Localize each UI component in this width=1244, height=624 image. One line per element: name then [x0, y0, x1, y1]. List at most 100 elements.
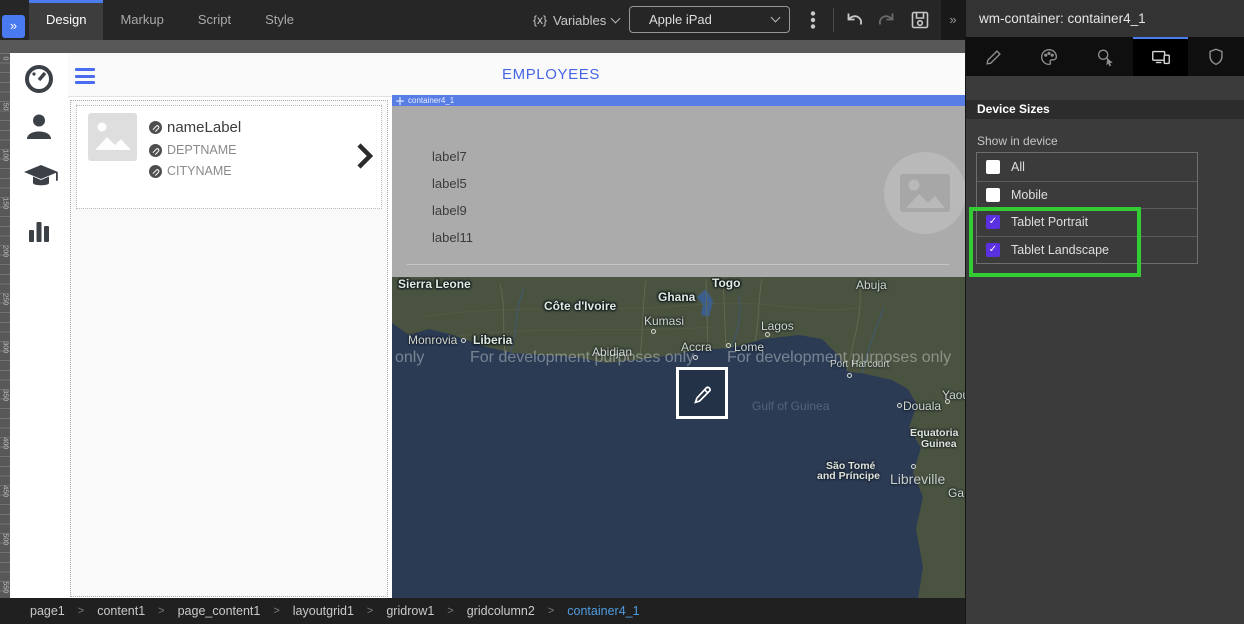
editor-tab-design[interactable]: Design	[29, 0, 103, 40]
breadcrumb-item-page1[interactable]: page1	[30, 604, 65, 618]
map-label: Abuja	[856, 278, 887, 292]
map-watermark: only	[395, 349, 424, 367]
ruler-number: 300	[2, 342, 9, 352]
variables-icon: {x}	[533, 13, 547, 27]
panel-tab-security[interactable]	[1188, 37, 1244, 76]
container-label[interactable]: label5	[432, 176, 467, 191]
show-in-device-label: Show in device	[977, 134, 1058, 148]
container-label[interactable]: label9	[432, 203, 467, 218]
option-label: Tablet Portrait	[1011, 215, 1088, 229]
device-select[interactable]: Apple iPad	[629, 6, 790, 33]
properties-panel: wm-container: container4_1 Device Sizes …	[965, 0, 1244, 624]
map-marker-dot	[726, 343, 731, 348]
bind-icon	[149, 144, 162, 157]
map-label: Liberia	[473, 333, 512, 347]
checkbox-mobile[interactable]	[986, 188, 1000, 202]
redo-button[interactable]	[875, 8, 899, 32]
map-label: Ga	[948, 486, 964, 500]
more-options-kebab-icon[interactable]	[801, 8, 825, 32]
collapse-panel-button[interactable]: »	[941, 0, 965, 40]
map-marker-dot	[765, 332, 770, 337]
breadcrumb-item-content1[interactable]: content1	[97, 604, 145, 618]
container-selection-tag[interactable]: container4_1	[392, 95, 965, 106]
panel-tab-events[interactable]	[1077, 37, 1133, 76]
device-option-mobile[interactable]: Mobile	[977, 181, 1197, 209]
breadcrumb-separator: >	[78, 605, 84, 617]
breadcrumb-item-gridcolumn2[interactable]: gridcolumn2	[467, 604, 535, 618]
option-label: All	[1011, 160, 1025, 174]
ruler-number: 500	[2, 534, 9, 544]
show-in-device-options: All Mobile ✓ Tablet Portrait ✓ Tablet Landsca…	[976, 152, 1198, 264]
editor-tab-script[interactable]: Script	[181, 0, 248, 40]
map-label: Kumasi	[644, 314, 684, 328]
save-button[interactable]	[908, 8, 932, 32]
breadcrumb-item-container4_1[interactable]: container4_1	[567, 604, 639, 618]
device-sizes-section-header: Device Sizes	[966, 100, 1244, 119]
panel-tab-properties[interactable]	[966, 37, 1022, 76]
list-item-fields: nameLabel DEPTNAME CITYNAME	[149, 119, 241, 185]
ruler-number: 250	[2, 294, 9, 304]
user-icon[interactable]	[23, 110, 55, 142]
map-label: Sierra Leone	[398, 277, 471, 291]
page-title: EMPLOYEES	[502, 66, 600, 83]
variables-menu[interactable]: {x} Variables	[533, 0, 619, 40]
container-label[interactable]: label7	[432, 149, 467, 164]
undo-button[interactable]	[842, 8, 866, 32]
hamburger-menu-icon[interactable]	[75, 68, 95, 88]
breadcrumb-item-page_content1[interactable]: page_content1	[178, 604, 261, 618]
editor-tab-markup[interactable]: Markup	[103, 0, 180, 40]
breadcrumb-separator: >	[273, 605, 279, 617]
ruler-number: 200	[2, 246, 9, 256]
bind-icon	[149, 165, 162, 178]
breadcrumb-separator: >	[548, 605, 554, 617]
container-label[interactable]: label11	[432, 230, 473, 245]
breadcrumb-item-layoutgrid1[interactable]: layoutgrid1	[293, 604, 354, 618]
map-label: Monrovia	[408, 333, 457, 347]
app-root: » DesignMarkupScriptStyle {x} Variables …	[0, 0, 1244, 624]
field-label: nameLabel	[167, 119, 241, 136]
device-option-tablet-portrait[interactable]: ✓ Tablet Portrait	[977, 208, 1197, 236]
dashboard-gauge-icon[interactable]	[23, 63, 55, 95]
map-edit-overlay-button[interactable]	[676, 367, 728, 419]
option-label: Tablet Landscape	[1011, 243, 1109, 257]
device-select-value: Apple iPad	[649, 12, 712, 27]
map-marker-dot	[461, 338, 466, 343]
editor-tab-style[interactable]: Style	[248, 0, 311, 40]
map-label: Guinea	[921, 438, 957, 450]
map-label: Côte d'Ivoire	[544, 299, 616, 313]
checkbox-all[interactable]	[986, 160, 1000, 174]
panel-tab-styles[interactable]	[1022, 37, 1078, 76]
list-item-field: CITYNAME	[149, 164, 241, 178]
map-marker-dot	[911, 464, 916, 469]
page-header	[10, 53, 965, 97]
map-label: and Príncipe	[817, 470, 880, 482]
design-canvas: EMPLOYEES nameLabel DEPTNAME CITYNAME	[10, 53, 965, 598]
map-watermark: For development purposes only	[727, 349, 951, 367]
education-cap-icon[interactable]	[23, 162, 55, 194]
chevron-right-icon[interactable]	[357, 142, 373, 170]
option-label: Mobile	[1011, 188, 1048, 202]
map-label: Gulf of Guinea	[752, 399, 829, 413]
toolbar-divider	[833, 8, 834, 32]
pencil-icon	[690, 381, 714, 405]
container-divider	[407, 264, 949, 265]
list-item-template[interactable]: nameLabel DEPTNAME CITYNAME	[76, 105, 382, 209]
picture-placeholder-circle-icon	[884, 152, 965, 234]
map-watermark: For development purposes only	[470, 349, 694, 367]
list-item-field: DEPTNAME	[149, 143, 241, 157]
breadcrumb-item-gridrow1[interactable]: gridrow1	[386, 604, 434, 618]
container4_1-body[interactable]: label7 label5 label9 label11	[392, 106, 965, 277]
checkbox-tablet-landscape[interactable]: ✓	[986, 243, 1000, 257]
vertical-ruler: 050100150200250300350400450500550	[0, 53, 10, 598]
google-map-widget[interactable]: Sierra LeoneCôte d'IvoireGhanaTogoLiberi…	[392, 277, 965, 598]
ruler-number: 50	[2, 102, 9, 112]
device-option-tablet-landscape[interactable]: ✓ Tablet Landscape	[977, 236, 1197, 264]
checkbox-tablet-portrait[interactable]: ✓	[986, 215, 1000, 229]
device-option-all[interactable]: All	[977, 153, 1197, 181]
bar-chart-icon[interactable]	[23, 213, 55, 245]
widget-breadcrumb: page1 > content1 > page_content1 > layoutgrid1…	[0, 598, 965, 624]
breadcrumb-separator: >	[158, 605, 164, 617]
panel-tab-devices[interactable]	[1133, 37, 1189, 76]
expand-left-panel-button[interactable]: »	[2, 15, 25, 38]
ruler-number: 450	[2, 486, 9, 496]
